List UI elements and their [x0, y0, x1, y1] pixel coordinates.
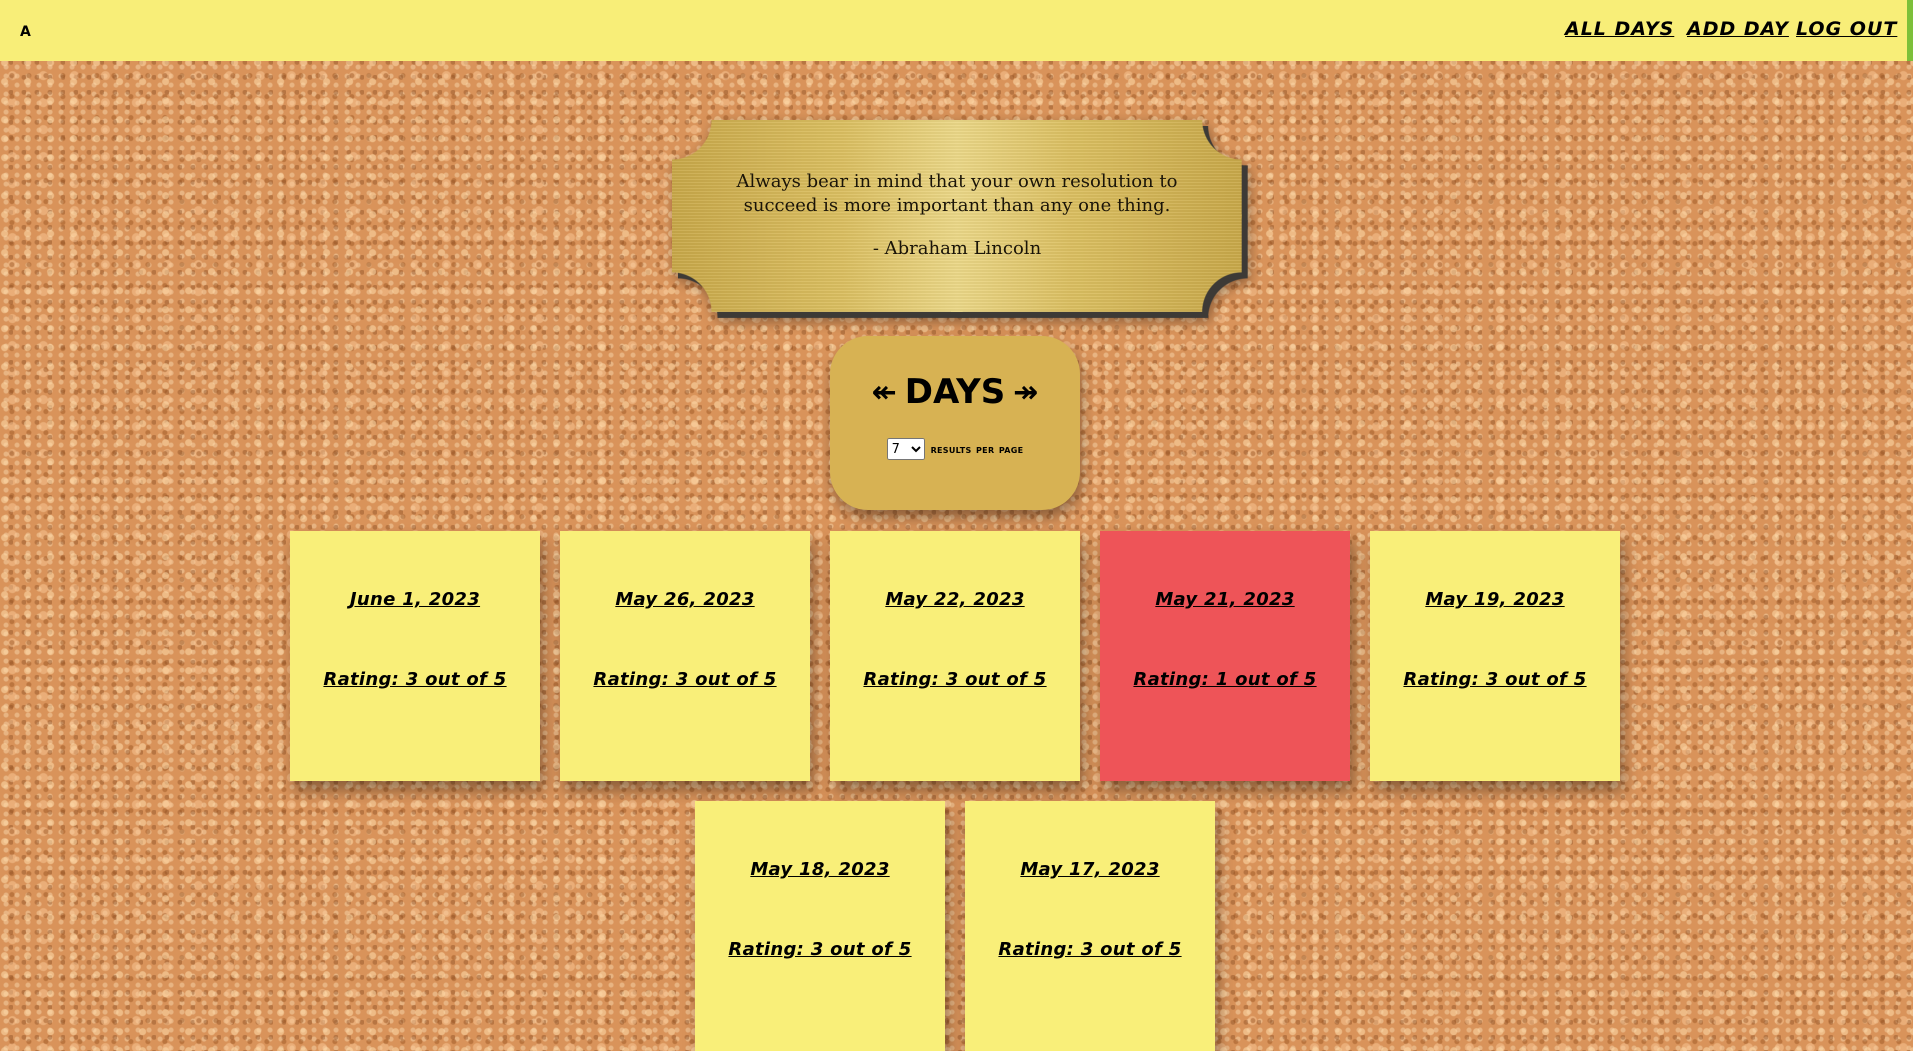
days-pagination-panel: ↞ DAYS ↠ 7 results per page	[830, 336, 1080, 510]
day-date-link[interactable]: May 21, 2023	[1100, 589, 1350, 610]
next-page-arrow-icon[interactable]: ↠	[1013, 375, 1038, 410]
days-title: DAYS	[904, 372, 1006, 412]
quote-plaque: Always bear in mind that your own resolu…	[672, 120, 1242, 312]
nav-link-add-day[interactable]: Add Day	[1687, 18, 1789, 40]
day-date-link[interactable]: May 22, 2023	[830, 589, 1080, 610]
day-date-link[interactable]: May 19, 2023	[1370, 589, 1620, 610]
day-rating-link[interactable]: Rating: 3 out of 5	[965, 939, 1215, 960]
nav-link-log-out[interactable]: Log Out	[1796, 18, 1897, 40]
nav-link-all-days[interactable]: All Days	[1565, 18, 1674, 40]
day-note[interactable]: May 26, 2023 Rating: 3 out of 5	[560, 531, 810, 781]
results-per-page-label: results per page	[930, 442, 1024, 456]
day-rating-link[interactable]: Rating: 3 out of 5	[1370, 669, 1620, 690]
quote-text: Always bear in mind that your own resolu…	[736, 171, 1178, 216]
day-date-link[interactable]: May 18, 2023	[695, 859, 945, 880]
day-note[interactable]: May 19, 2023 Rating: 3 out of 5	[1370, 531, 1620, 781]
day-rating-link[interactable]: Rating: 1 out of 5	[1100, 669, 1350, 690]
navbar: A All Days Add Day Log Out	[0, 0, 1913, 61]
day-date-link[interactable]: May 17, 2023	[965, 859, 1215, 880]
day-date-link[interactable]: May 26, 2023	[560, 589, 810, 610]
day-rating-link[interactable]: Rating: 3 out of 5	[695, 939, 945, 960]
day-note[interactable]: May 22, 2023 Rating: 3 out of 5	[830, 531, 1080, 781]
brand-logo[interactable]: A	[20, 24, 31, 40]
day-rating-link[interactable]: Rating: 3 out of 5	[830, 669, 1080, 690]
day-rating-link[interactable]: Rating: 3 out of 5	[290, 669, 540, 690]
quote-author: - Abraham Lincoln	[872, 238, 1042, 259]
results-per-page-select[interactable]: 7	[886, 438, 925, 460]
day-note[interactable]: June 1, 2023 Rating: 3 out of 5	[290, 531, 540, 781]
day-note[interactable]: May 18, 2023 Rating: 3 out of 5	[695, 801, 945, 1051]
day-date-link[interactable]: June 1, 2023	[290, 589, 540, 610]
day-note[interactable]: May 17, 2023 Rating: 3 out of 5	[965, 801, 1215, 1051]
day-rating-link[interactable]: Rating: 3 out of 5	[560, 669, 810, 690]
day-note[interactable]: May 21, 2023 Rating: 1 out of 5	[1100, 531, 1350, 781]
previous-page-arrow-icon[interactable]: ↞	[872, 375, 897, 410]
